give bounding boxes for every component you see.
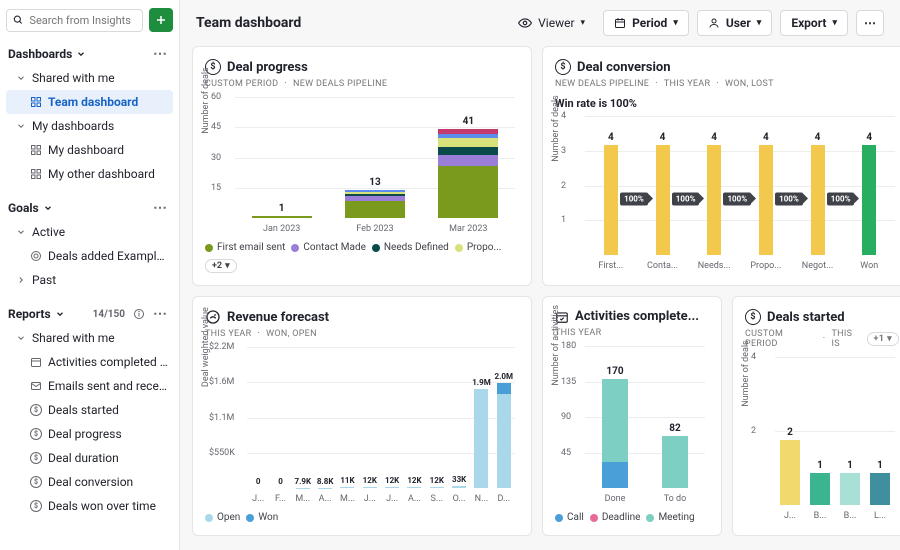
goals-header[interactable]: Goals ⋯ xyxy=(6,196,173,220)
sidebar-item-team-dashboard[interactable]: Team dashboard xyxy=(6,90,173,114)
search-input[interactable] xyxy=(29,14,136,27)
sidebar-item-my-other-dashboard[interactable]: My other dashboard xyxy=(6,162,173,186)
sidebar-item-report[interactable]: $ Deal conversion xyxy=(6,470,173,494)
card-deals-started: $Deals started CUSTOM PERIODTHIS IS +1▾ … xyxy=(732,296,900,536)
dashboards-label: Dashboards xyxy=(8,47,72,61)
dollar-icon: $ xyxy=(30,452,42,464)
dollar-icon: $ xyxy=(30,500,42,512)
eye-icon xyxy=(518,16,532,30)
chevron-right-icon xyxy=(16,275,26,285)
dashboard-icon xyxy=(30,168,42,180)
dashboard-grid: $Deal progress CUSTOM PERIODNEW DEALS PI… xyxy=(180,46,900,550)
reports-more[interactable]: ⋯ xyxy=(149,306,171,322)
sidebar-label: Deal duration xyxy=(48,451,119,465)
goals-more[interactable]: ⋯ xyxy=(149,200,171,216)
dollar-icon: $ xyxy=(30,428,42,440)
plus-icon xyxy=(155,14,167,26)
more-menu[interactable]: ⋯ xyxy=(856,10,884,36)
dashboard-icon xyxy=(30,96,42,108)
card-deal-progress: $Deal progress CUSTOM PERIODNEW DEALS PI… xyxy=(192,46,532,286)
sidebar-label: Deals started xyxy=(48,403,119,417)
sidebar-group-reports-shared[interactable]: Shared with me xyxy=(6,326,173,350)
reports-count: 14/150 xyxy=(93,309,125,320)
user-dropdown[interactable]: User▾ xyxy=(697,10,772,36)
chevron-down-icon xyxy=(16,333,26,343)
sidebar-label: My dashboard xyxy=(48,143,124,157)
sidebar-label: Active xyxy=(32,225,65,239)
sidebar-group-past[interactable]: Past xyxy=(6,268,173,292)
calendar-icon xyxy=(30,356,42,368)
chevron-down-icon xyxy=(76,49,86,59)
filter-pill[interactable]: +2▾ xyxy=(205,259,237,273)
chart-activities: Number of activities4590135180170Done82T… xyxy=(555,346,709,506)
chart-deal-progress: Number of deals153045601Jan 202313Feb 20… xyxy=(205,97,519,236)
chevron-down-icon xyxy=(55,309,65,319)
export-dropdown[interactable]: Export▾ xyxy=(780,10,848,36)
main: Team dashboard Viewer▾ Period▾ User▾ Exp… xyxy=(180,0,900,550)
dashboard-icon xyxy=(30,144,42,156)
chart-deals-started: Number of deals242J...1B...1B...1L... xyxy=(745,357,899,523)
goals-label: Goals xyxy=(8,201,39,215)
user-icon xyxy=(708,17,720,29)
sidebar-group-active[interactable]: Active xyxy=(6,220,173,244)
card-deal-conversion: $Deal conversion NEW DEALS PIPELINETHIS … xyxy=(542,46,900,286)
calendar-icon xyxy=(614,17,626,29)
sidebar-label: Deals won over time xyxy=(48,499,156,513)
card-revenue-forecast: Revenue forecast THIS YEARWON, OPEN Deal… xyxy=(192,296,532,536)
dollar-icon: $ xyxy=(30,404,42,416)
dollar-icon: $ xyxy=(745,309,761,325)
page-title: Team dashboard xyxy=(196,15,301,31)
dashboards-more[interactable]: ⋯ xyxy=(149,46,171,62)
mail-icon xyxy=(30,380,42,392)
chart-deal-conversion: Number of deals12344First...4Conta...4Ne… xyxy=(555,116,899,273)
sidebar-item-goal[interactable]: Deals added Example t... xyxy=(6,244,173,268)
sidebar-label: Deal progress xyxy=(48,427,122,441)
card-activities: Activities complete... THIS YEAR Number … xyxy=(542,296,722,536)
reports-header[interactable]: Reports 14/150 ⋯ xyxy=(6,302,173,326)
period-dropdown[interactable]: Period▾ xyxy=(603,10,689,36)
chevron-down-icon xyxy=(16,73,26,83)
sidebar-group-shared[interactable]: Shared with me xyxy=(6,66,173,90)
dashboards-header[interactable]: Dashboards ⋯ xyxy=(6,42,173,66)
topbar: Team dashboard Viewer▾ Period▾ User▾ Exp… xyxy=(180,0,900,46)
sidebar-item-report[interactable]: $ Deals won over time xyxy=(6,494,173,518)
chevron-down-icon xyxy=(16,121,26,131)
sidebar-item-report[interactable]: $ Deal progress xyxy=(6,422,173,446)
sidebar-label: Past xyxy=(32,273,56,287)
sidebar-label: Shared with me xyxy=(32,71,115,85)
add-button[interactable] xyxy=(149,8,173,32)
info-icon[interactable] xyxy=(133,308,145,320)
chart-revenue-forecast: Deal weighted value$550K$1.1M$1.6M$2.2M0… xyxy=(205,347,519,506)
chevron-down-icon xyxy=(16,227,26,237)
sidebar-label: Emails sent and received xyxy=(48,379,169,393)
sidebar-label: My other dashboard xyxy=(48,167,155,181)
sidebar: Dashboards ⋯ Shared with me Team dashboa… xyxy=(0,0,180,550)
chevron-down-icon xyxy=(43,203,53,213)
dollar-icon: $ xyxy=(30,476,42,488)
target-icon xyxy=(30,250,42,262)
viewer-dropdown[interactable]: Viewer▾ xyxy=(508,11,595,35)
sidebar-label: Activities completed an... xyxy=(48,355,169,369)
reports-label: Reports xyxy=(8,307,51,321)
sidebar-item-report[interactable]: Activities completed an... xyxy=(6,350,173,374)
sidebar-label: My dashboards xyxy=(32,119,114,133)
search-icon xyxy=(13,14,23,26)
sidebar-item-report[interactable]: $ Deal duration xyxy=(6,446,173,470)
sidebar-group-my-dashboards[interactable]: My dashboards xyxy=(6,114,173,138)
dots-icon: ⋯ xyxy=(864,16,876,30)
search-box[interactable] xyxy=(6,9,143,32)
win-rate-text: Win rate is 100% xyxy=(555,97,899,110)
sidebar-item-report[interactable]: $ Deals started xyxy=(6,398,173,422)
sidebar-label: Deal conversion xyxy=(48,475,133,489)
sidebar-label: Team dashboard xyxy=(48,95,138,109)
filter-pill[interactable]: +1▾ xyxy=(867,332,900,346)
sidebar-label: Deals added Example t... xyxy=(48,249,169,263)
sidebar-item-report[interactable]: Emails sent and received xyxy=(6,374,173,398)
sidebar-item-my-dashboard[interactable]: My dashboard xyxy=(6,138,173,162)
dollar-icon: $ xyxy=(555,59,571,75)
sidebar-label: Shared with me xyxy=(32,331,115,345)
